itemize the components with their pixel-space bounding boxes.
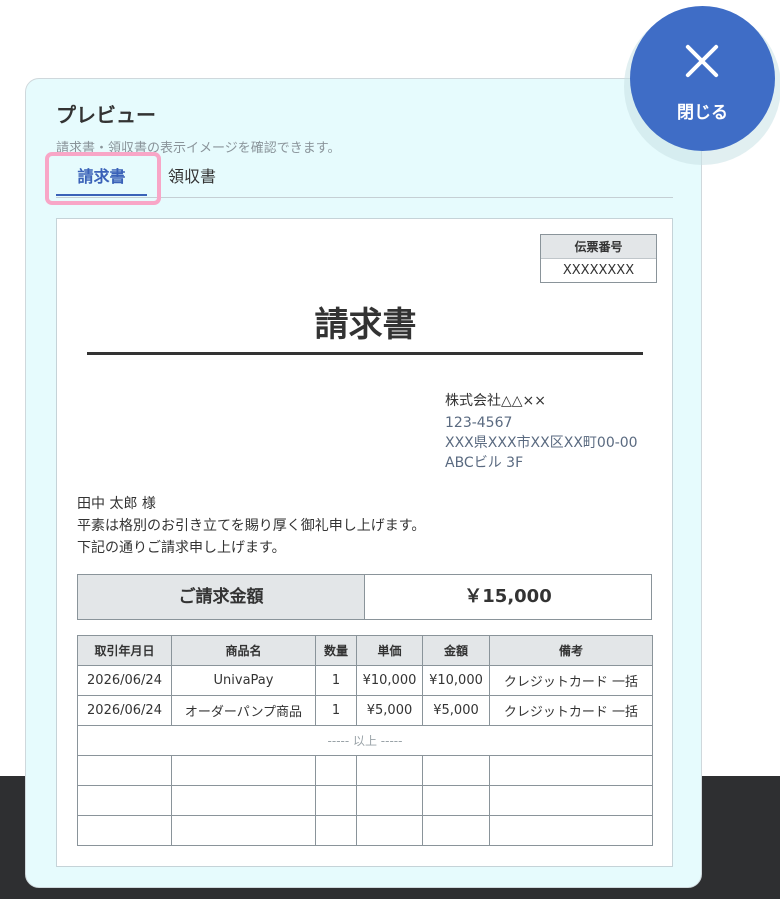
table-empty-row bbox=[77, 815, 653, 846]
table-row: 2026/06/24 オーダーパンプ商品 1 ¥5,000 ¥5,000 クレジ… bbox=[77, 695, 653, 726]
cell-amount: ¥10,000 bbox=[422, 665, 490, 696]
cell-amount: ¥5,000 bbox=[422, 695, 490, 726]
panel-title: プレビュー bbox=[56, 103, 156, 127]
close-button-label: 閉じる bbox=[677, 103, 728, 123]
cell-unit-price: ¥10,000 bbox=[356, 665, 423, 696]
document-title: 請求書 bbox=[314, 305, 417, 345]
tab-invoice[interactable]: 請求書 bbox=[56, 164, 147, 198]
issuer-address: XXX県XXX市XX区XX町00-00 bbox=[445, 435, 638, 451]
tab-receipt[interactable]: 領収書 bbox=[168, 164, 216, 198]
slip-number-value: XXXXXXXX bbox=[562, 263, 635, 278]
cell-date: 2026/06/24 bbox=[77, 695, 172, 726]
slip-number-label: 伝票番号 bbox=[541, 235, 656, 259]
table-row: 2026/06/24 UnivaPay 1 ¥10,000 ¥10,000 クレ… bbox=[77, 665, 653, 696]
cell-product: オーダーパンプ商品 bbox=[171, 695, 316, 726]
greeting-line-2: 下記の通りご請求申し上げます。 bbox=[77, 540, 286, 556]
table-header-row: 取引年月日 商品名 数量 単価 金額 備考 bbox=[77, 635, 653, 666]
cell-remarks: クレジットカード 一括 bbox=[489, 695, 653, 726]
header-unit-price: 単価 bbox=[356, 635, 423, 666]
panel-subtitle: 請求書・領収書の表示イメージを確認できます。 bbox=[56, 141, 341, 156]
header-date: 取引年月日 bbox=[77, 635, 172, 666]
preview-panel: プレビュー 請求書・領収書の表示イメージを確認できます。 請求書 領収書 伝票番… bbox=[25, 78, 702, 888]
table-empty-row bbox=[77, 755, 653, 786]
close-icon bbox=[684, 43, 720, 79]
title-divider bbox=[87, 352, 643, 355]
header-amount: 金額 bbox=[422, 635, 490, 666]
cell-quantity: 1 bbox=[315, 695, 357, 726]
issuer-postal: 123-4567 bbox=[445, 415, 513, 431]
cell-date: 2026/06/24 bbox=[77, 665, 172, 696]
table-end-row: ----- 以上 ----- bbox=[77, 725, 653, 756]
cell-product: UnivaPay bbox=[171, 665, 316, 696]
items-table: 取引年月日 商品名 数量 単価 金額 備考 2026/06/24 UnivaPa… bbox=[77, 635, 653, 846]
cell-quantity: 1 bbox=[315, 665, 357, 696]
close-button[interactable]: 閉じる bbox=[630, 6, 775, 151]
tab-bar: 請求書 領収書 bbox=[56, 164, 673, 198]
greeting-line-1: 平素は格別のお引き立てを賜り厚く御礼申し上げます。 bbox=[77, 518, 426, 534]
issuer-company: 株式会社△△×× bbox=[445, 393, 546, 409]
issuer-block: 株式会社△△×× 123-4567 XXX県XXX市XX区XX町00-00 AB… bbox=[445, 391, 638, 473]
end-marker: ----- 以上 ----- bbox=[77, 725, 653, 756]
invoice-sheet: 伝票番号 XXXXXXXX 請求書 株式会社△△×× 123-4567 XXX県… bbox=[56, 218, 673, 867]
billing-amount-box: ご請求金額 ￥15,000 bbox=[77, 574, 652, 620]
greeting-block: 田中 太郎 様 平素は格別のお引き立てを賜り厚く御礼申し上げます。 下記の通りご… bbox=[77, 493, 425, 559]
table-empty-row bbox=[77, 785, 653, 816]
issuer-building: ABCビル 3F bbox=[445, 455, 524, 471]
billing-amount-value: ￥15,000 bbox=[464, 586, 552, 607]
header-quantity: 数量 bbox=[315, 635, 357, 666]
billing-amount-label: ご請求金額 bbox=[78, 575, 365, 619]
cell-remarks: クレジットカード 一括 bbox=[489, 665, 653, 696]
recipient-name: 田中 太郎 様 bbox=[77, 496, 156, 512]
header-product: 商品名 bbox=[171, 635, 316, 666]
slip-number-box: 伝票番号 XXXXXXXX bbox=[540, 234, 657, 283]
header-remarks: 備考 bbox=[489, 635, 653, 666]
cell-unit-price: ¥5,000 bbox=[356, 695, 423, 726]
